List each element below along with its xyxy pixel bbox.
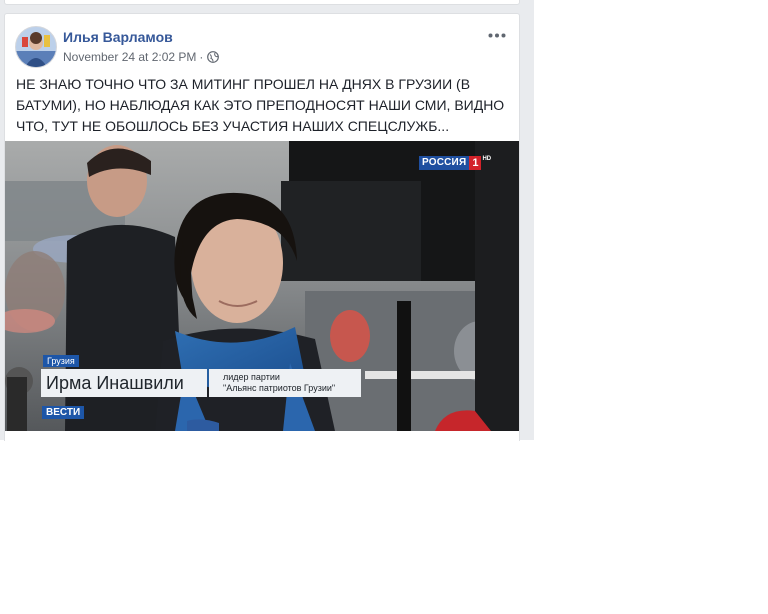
channel-logo: РОССИЯ 1 HD [419, 156, 491, 170]
lower-third-region-tag: Грузия [43, 355, 79, 367]
lower-third-name: Ирма Инашвили [41, 369, 207, 397]
globe-icon[interactable] [207, 51, 220, 63]
lower-third-role-line2: "Альянс патриотов Грузии" [223, 383, 336, 393]
channel-logo-hd: HD [482, 156, 492, 162]
post-timestamp[interactable]: November 24 at 2:02 PM [63, 50, 196, 64]
channel-logo-number: 1 [469, 156, 482, 170]
post-text: НЕ ЗНАЮ ТОЧНО ЧТО ЗА МИТИНГ ПРОШЕЛ НА ДН… [16, 76, 505, 134]
previous-post-card [4, 0, 520, 5]
post-photo[interactable]: РОССИЯ 1 HD Грузия Ирма Инашвили лидер п… [5, 141, 519, 431]
lower-third-brand: ВЕСТИ [42, 406, 85, 419]
channel-logo-word: РОССИЯ [419, 156, 470, 170]
author-avatar[interactable] [15, 26, 57, 68]
author-name-link[interactable]: Илья Варламов [63, 29, 173, 45]
lower-third-role-line1: лидер партии [223, 372, 280, 382]
meta-separator: · [199, 50, 204, 64]
post-meta: November 24 at 2:02 PM · [63, 50, 220, 64]
more-options-icon[interactable] [485, 27, 509, 43]
lower-third-role: лидер партии "Альянс патриотов Грузии" [209, 369, 361, 397]
feed-post: Илья Варламов November 24 at 2:02 PM · Н… [4, 13, 520, 441]
